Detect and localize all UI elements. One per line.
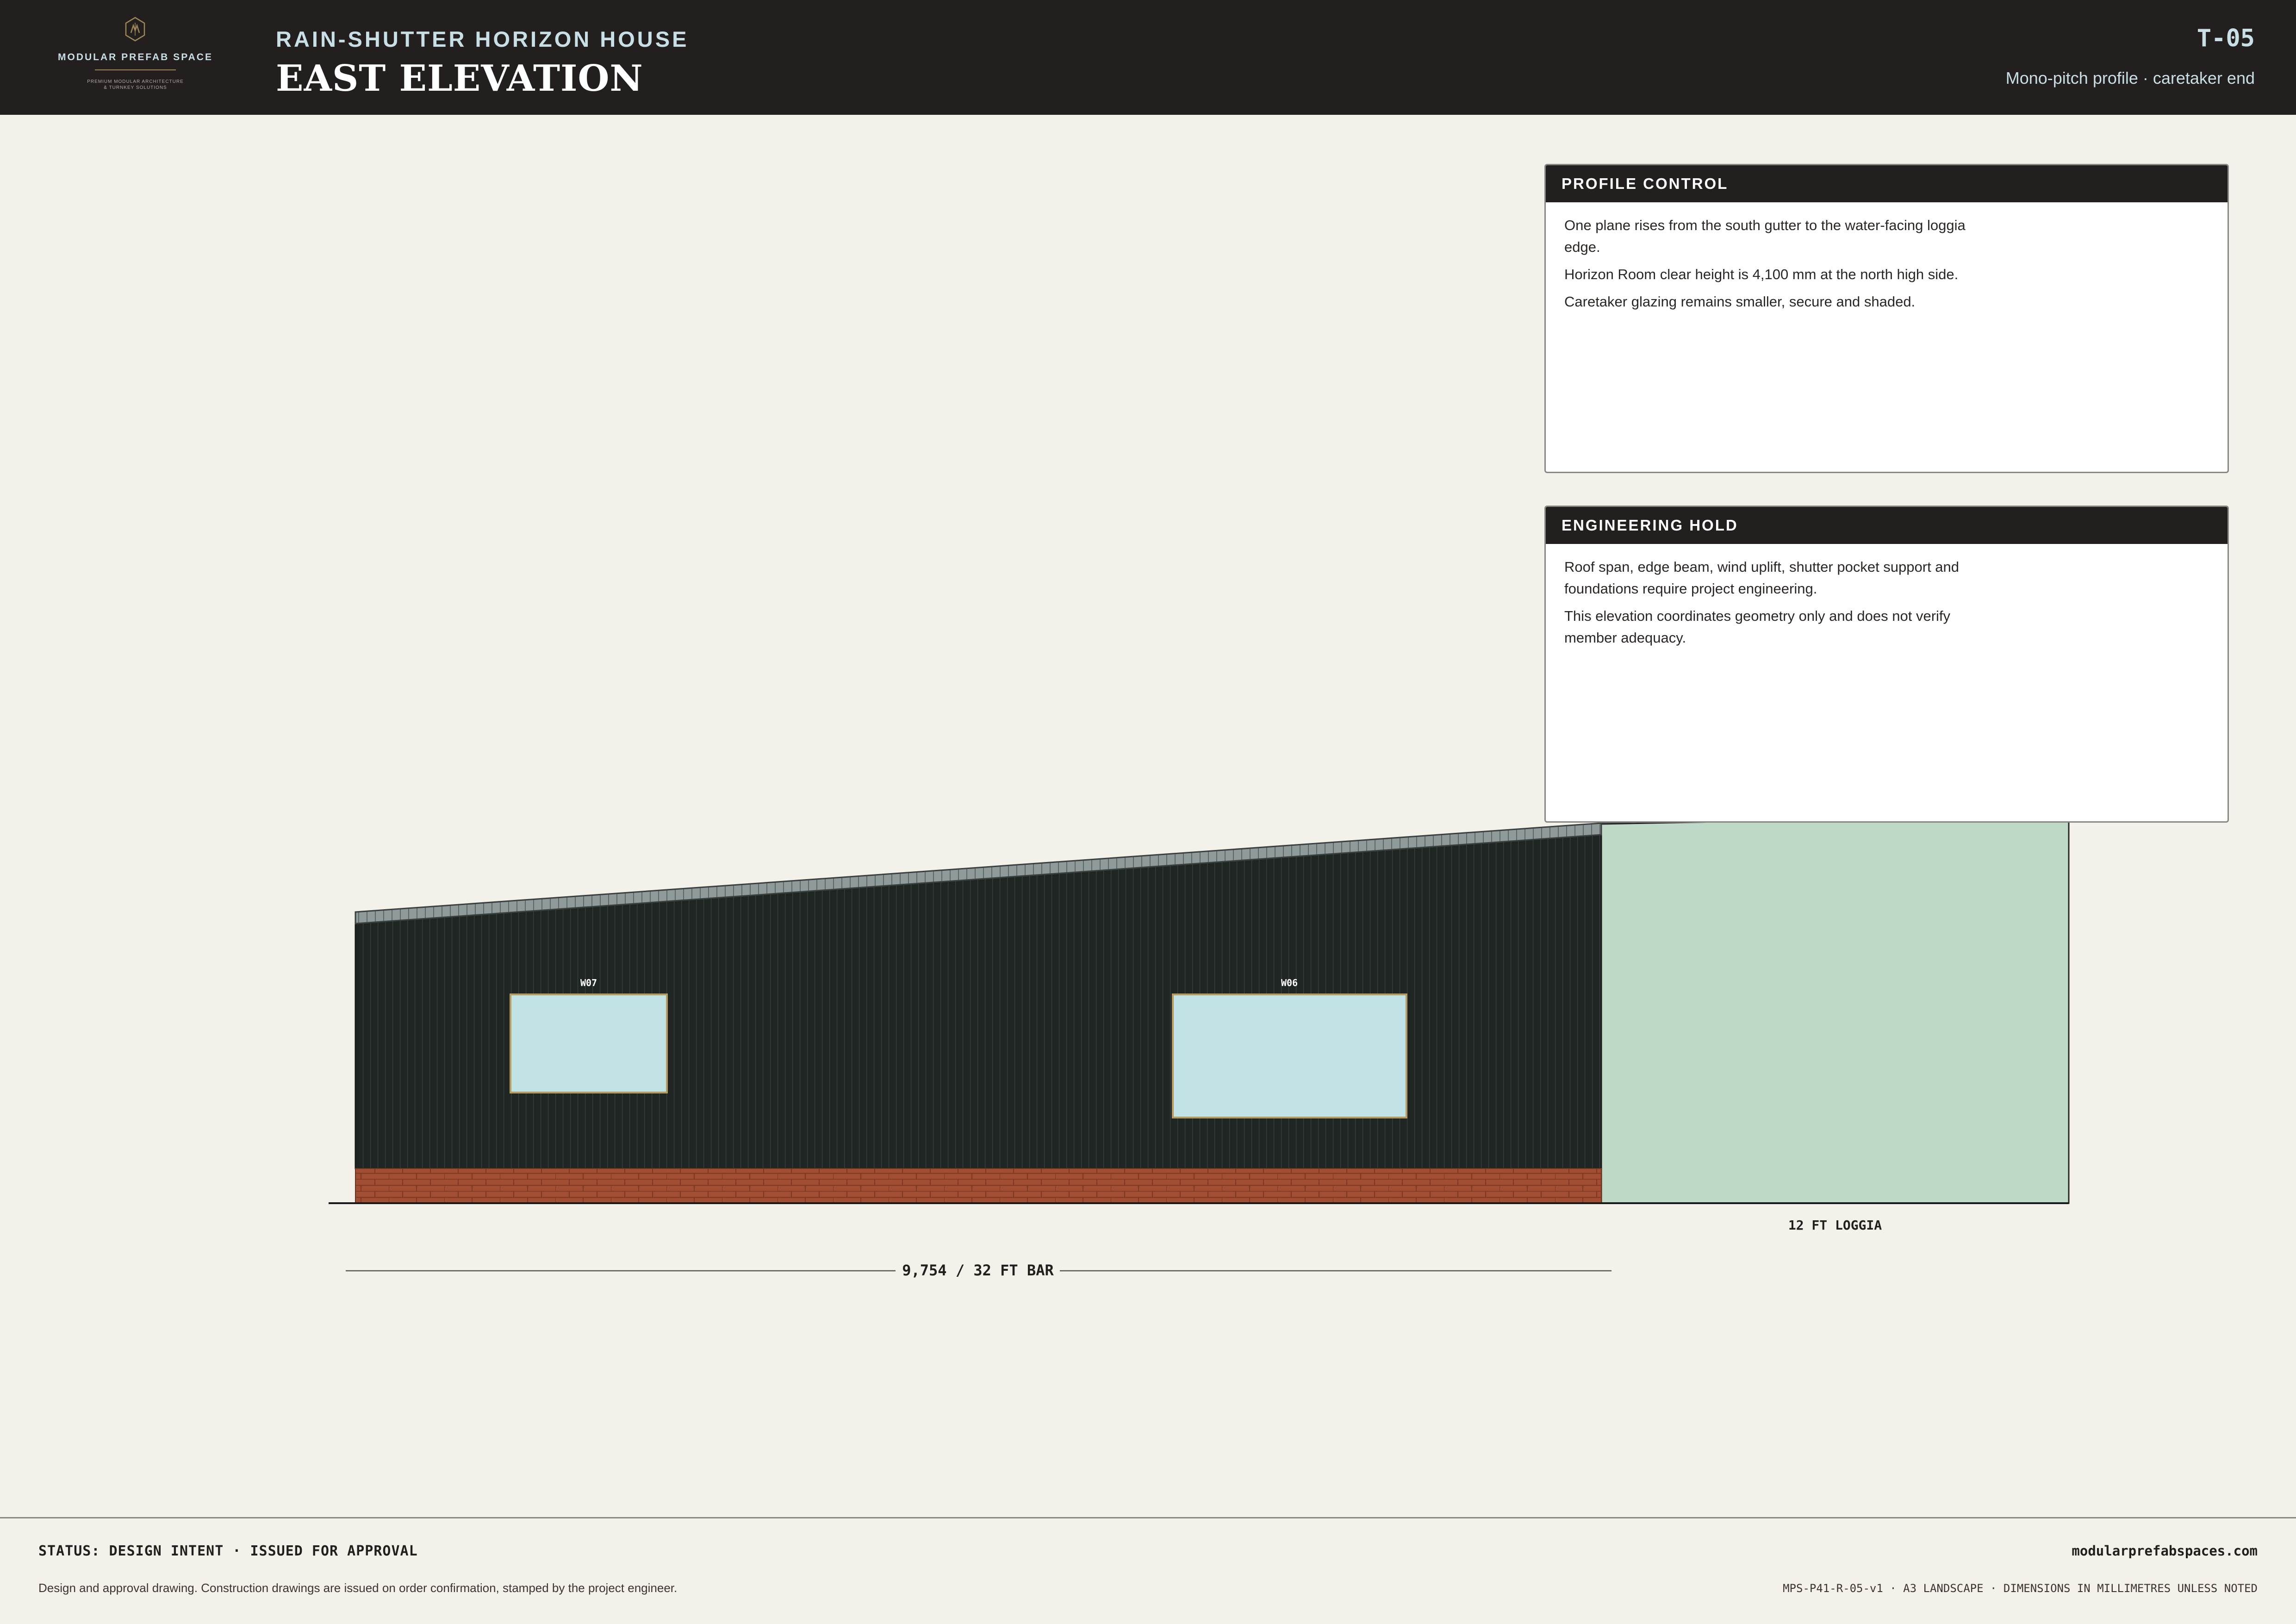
note-line: Caretaker glazing remains smaller, secur… <box>1564 294 1916 310</box>
loggia-label: 12 FT LOGGIA <box>1788 1218 1882 1233</box>
document-reference: MPS-P41-R-05-v1 · A3 LANDSCAPE · DIMENSI… <box>1783 1582 2258 1595</box>
profile-control-panel: PROFILE CONTROL One plane rises from the… <box>1544 164 2229 473</box>
window-w07-tag: W07 <box>580 977 597 988</box>
disclaimer-text: Design and approval drawing. Constructio… <box>38 1581 678 1595</box>
website-link[interactable]: modularprefabspaces.com <box>2072 1543 2258 1559</box>
status-text: STATUS: DESIGN INTENT · ISSUED FOR APPRO… <box>38 1543 418 1559</box>
window-w07 <box>510 993 668 1093</box>
panel-body: Roof span, edge beam, wind uplift, shutt… <box>1546 544 1985 649</box>
loggia-volume <box>1600 814 2070 1204</box>
brick-plinth <box>355 1168 1602 1204</box>
note-line: Roof span, edge beam, wind uplift, shutt… <box>1564 559 1960 597</box>
bar-dimension-label: 9,754 / 32 FT BAR <box>902 1262 1054 1279</box>
engineering-hold-panel: ENGINEERING HOLD Roof span, edge beam, w… <box>1544 506 2229 823</box>
panel-body: One plane rises from the south gutter to… <box>1546 202 1985 312</box>
window-w06-tag: W06 <box>1281 977 1298 988</box>
panel-heading: PROFILE CONTROL <box>1546 165 2228 202</box>
footer-divider <box>0 1517 2296 1518</box>
note-line: Horizon Room clear height is 4,100 mm at… <box>1564 266 1959 282</box>
note-line: This elevation coordinates geometry only… <box>1564 608 1951 646</box>
window-w06 <box>1172 993 1407 1118</box>
panel-heading: ENGINEERING HOLD <box>1546 507 2228 544</box>
note-line: One plane rises from the south gutter to… <box>1564 217 1966 255</box>
